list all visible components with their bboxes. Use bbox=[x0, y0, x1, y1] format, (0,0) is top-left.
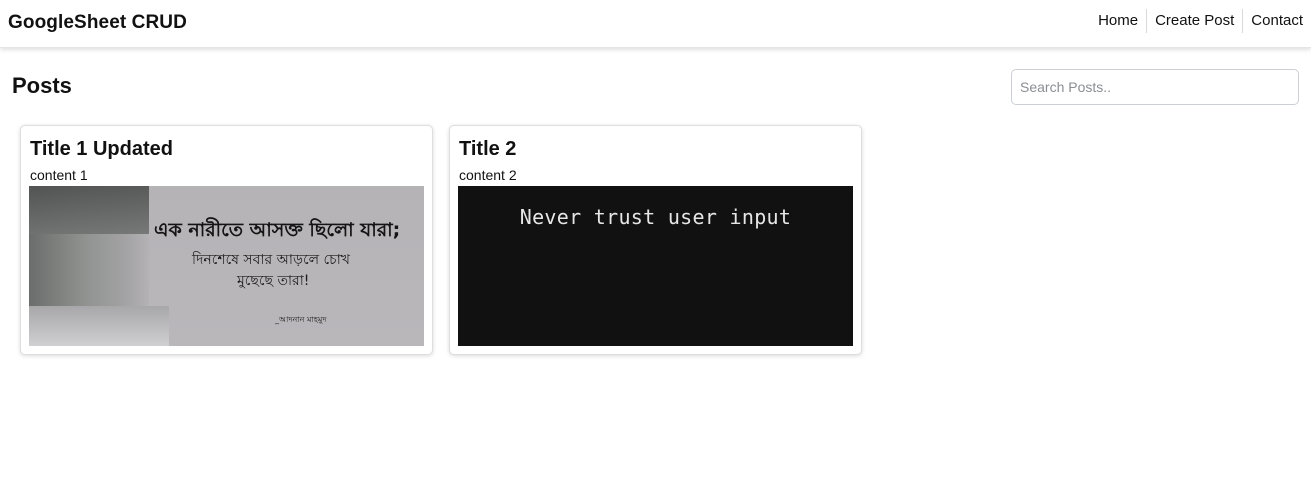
search-input[interactable] bbox=[1011, 69, 1299, 105]
image-wall-bottom-shade bbox=[29, 306, 169, 346]
image-signature: _আদনান মাহমুদ bbox=[275, 315, 327, 324]
image-text-line-1: এক নারীতে আসক্ত ছিলো যারা; bbox=[154, 219, 401, 241]
image-code-text: Never trust user input bbox=[519, 205, 792, 229]
image-text-line-3: মুছেছে তারা! bbox=[237, 273, 310, 289]
navbar: GoogleSheet CRUD Home Create Post Contac… bbox=[0, 0, 1311, 48]
post-image: Never trust user input bbox=[458, 186, 853, 346]
nav-link-create-post[interactable]: Create Post bbox=[1146, 9, 1242, 33]
nav-link-home[interactable]: Home bbox=[1090, 9, 1146, 33]
post-content: content 1 bbox=[30, 167, 88, 183]
brand-title[interactable]: GoogleSheet CRUD bbox=[8, 12, 187, 34]
page-title: Posts bbox=[12, 73, 72, 98]
nav-links: Home Create Post Contact bbox=[1090, 9, 1311, 33]
nav-link-contact[interactable]: Contact bbox=[1242, 9, 1311, 33]
post-content: content 2 bbox=[459, 167, 517, 183]
post-card: Title 1 Updated content 1 এক নারীতে আসক্… bbox=[20, 125, 433, 355]
post-title: Title 1 Updated bbox=[30, 138, 173, 160]
post-image: এক নারীতে আসক্ত ছিলো যারা; দিনশেষে সবার … bbox=[29, 186, 424, 346]
code-image: Never trust user input bbox=[458, 186, 853, 346]
quote-image: এক নারীতে আসক্ত ছিলো যারা; দিনশেষে সবার … bbox=[29, 186, 424, 346]
image-wall-top-shade bbox=[29, 186, 149, 234]
post-card: Title 2 content 2 Never trust user input bbox=[449, 125, 862, 355]
post-title: Title 2 bbox=[459, 138, 517, 160]
